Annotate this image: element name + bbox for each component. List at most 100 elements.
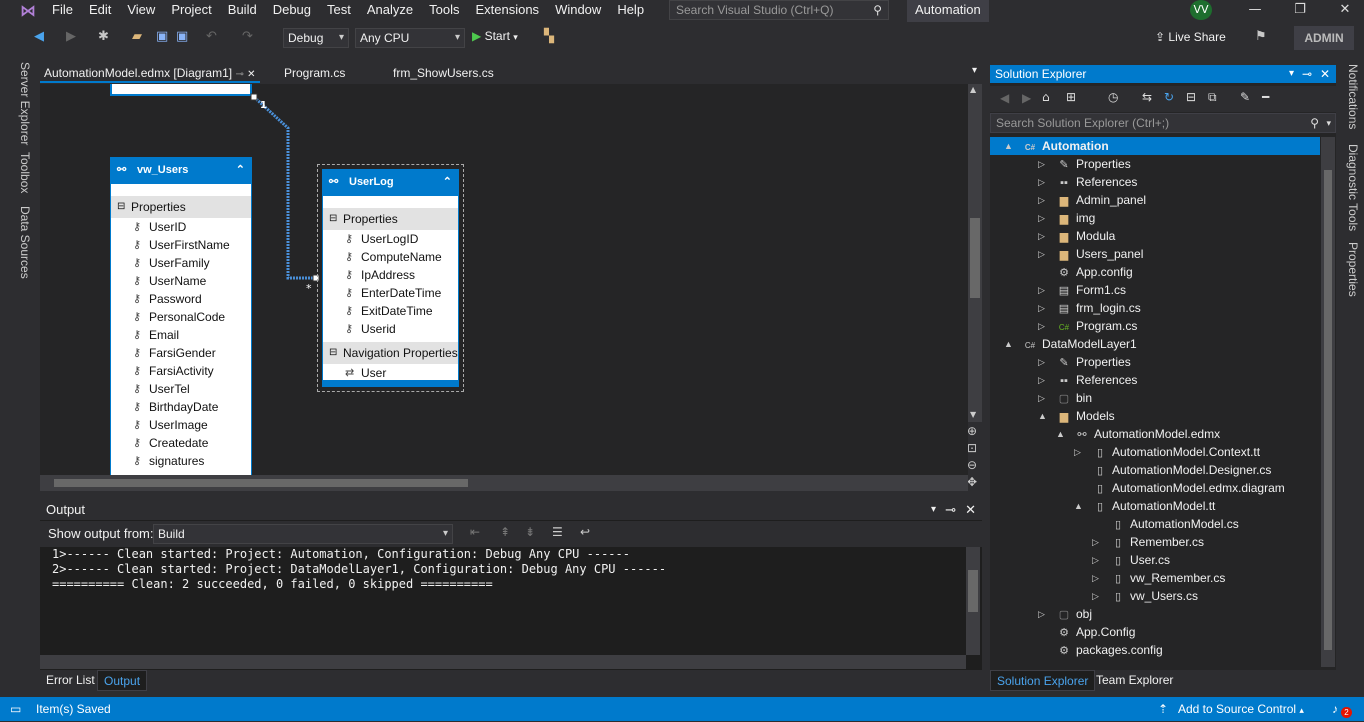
collapse-arrow-icon[interactable]: ▲ (1074, 497, 1083, 515)
pan-icon[interactable]: ✥ (967, 475, 977, 489)
entity-header[interactable]: ⚯ UserLog ⌃ (323, 170, 458, 196)
menu-extensions[interactable]: Extensions (467, 0, 547, 22)
entity-property[interactable]: ⚷ UserLogID (323, 230, 458, 248)
expand-arrow-icon[interactable]: ▷ (1038, 227, 1045, 245)
expand-arrow-icon[interactable]: ▷ (1038, 371, 1045, 389)
entity-property[interactable]: ⚷ UserImage (111, 416, 251, 434)
tree-item[interactable]: ▷ ▯ Remember.cs (1092, 533, 1204, 551)
expand-arrow-icon[interactable]: ▷ (1074, 443, 1081, 461)
close-pane-icon[interactable]: ✕ (965, 500, 976, 520)
designer-vertical-thumb[interactable] (970, 218, 980, 298)
tab-edmx-diagram[interactable]: AutomationModel.edmx [Diagram1] ⊸ ✕ (40, 63, 260, 83)
pin-icon[interactable]: ⊸ (1302, 65, 1312, 83)
platform-dropdown[interactable]: Any CPU (355, 28, 465, 48)
expand-arrow-icon[interactable]: ▷ (1038, 281, 1045, 299)
tree-item[interactable]: ⚙ App.config (1056, 263, 1133, 281)
entity-property[interactable]: ⚷ signatures (111, 452, 251, 470)
tree-item[interactable]: ▯ AutomationModel.Designer.cs (1092, 461, 1271, 479)
close-icon[interactable]: ✕ (1330, 0, 1360, 20)
tab-frm-showusers[interactable]: frm_ShowUsers.cs (389, 63, 498, 83)
entity-header[interactable]: ⚯ vw_Users ⌃ (111, 158, 251, 184)
zoom-out-icon[interactable]: ⊖ (967, 458, 977, 472)
output-text[interactable]: 1>------ Clean started: Project: Automat… (52, 547, 666, 592)
tree-item[interactable]: ▯ AutomationModel.cs (1110, 515, 1239, 533)
properties-wrench-icon[interactable]: ✎ (1240, 90, 1250, 104)
tree-item[interactable]: ▷ ✎ Properties (1038, 353, 1131, 371)
properties-section[interactable]: ⊟ Properties (323, 208, 458, 230)
tree-item[interactable]: ▷ ▪▪ References (1038, 371, 1137, 389)
admin-button[interactable]: ADMIN (1294, 26, 1354, 50)
pending-changes-icon[interactable]: ◷ (1108, 90, 1118, 104)
back-icon[interactable]: ◀ (1000, 91, 1009, 105)
tree-item[interactable]: ▷ ▆ Admin_panel (1038, 191, 1146, 209)
navigation-properties-section[interactable]: ⊟ Navigation Properties (323, 342, 458, 364)
window-menu-icon[interactable]: ▾ (931, 500, 936, 520)
entity-property[interactable]: ⚷ EnterDateTime (323, 284, 458, 302)
find-message-icon[interactable]: ⇞ (500, 525, 510, 539)
switch-views-icon[interactable]: ⊞ (1066, 90, 1076, 104)
back-icon[interactable]: ◀ (34, 29, 44, 44)
expand-arrow-icon[interactable]: ▷ (1038, 389, 1045, 407)
expand-arrow-icon[interactable]: ▷ (1092, 569, 1099, 587)
entity-property[interactable]: ⚷ UserFirstName (111, 236, 251, 254)
tree-item[interactable]: ▲ ⚯ AutomationModel.edmx (1056, 425, 1220, 443)
menu-debug[interactable]: Debug (265, 0, 319, 22)
menu-analyze[interactable]: Analyze (359, 0, 421, 22)
tree-item[interactable]: ⚙ packages.config (1056, 641, 1163, 659)
menu-test[interactable]: Test (319, 0, 359, 22)
collapse-icon[interactable]: ⌃ (236, 158, 245, 182)
tab-error-list[interactable]: Error List (40, 670, 101, 691)
menu-window[interactable]: Window (547, 0, 609, 22)
tree-item[interactable]: ▷ ▪▪ References (1038, 173, 1137, 191)
menu-view[interactable]: View (119, 0, 163, 22)
entity-userlog[interactable]: ⚯ UserLog ⌃ ⊟ Properties ⚷ UserLogID ⚷ Compu… (322, 169, 459, 387)
solution-explorer-search-input[interactable]: Search Solution Explorer (Ctrl+;) ⚲ ▾ (990, 113, 1336, 133)
pin-icon[interactable]: ⊸ (945, 500, 956, 520)
word-wrap-icon[interactable]: ↩ (580, 525, 590, 539)
entity-property[interactable]: ⚷ ComputeName (323, 248, 458, 266)
tree-item[interactable]: ▷ ▆ Users_panel (1038, 245, 1143, 263)
notifications-bell-icon[interactable]: ♪ (1332, 697, 1338, 721)
tree-item[interactable]: ▲ ▯ AutomationModel.tt (1074, 497, 1215, 515)
attach-icon[interactable]: ▚ (544, 29, 554, 44)
entity-property[interactable]: ⚷ UserName (111, 272, 251, 290)
show-all-files-icon[interactable]: ⧉ (1208, 90, 1217, 105)
scroll-down-icon[interactable]: ▼ (970, 410, 976, 419)
tree-item[interactable]: ▲ C# DataModelLayer1 (1004, 335, 1137, 353)
tree-item[interactable]: ▷ ▤ frm_login.cs (1038, 299, 1141, 317)
expand-arrow-icon[interactable]: ▷ (1038, 299, 1045, 317)
open-folder-icon[interactable]: ▰ (132, 29, 142, 44)
window-menu-icon[interactable]: ▾ (1289, 65, 1294, 83)
undo-icon[interactable]: ↶ (206, 29, 217, 44)
preview-icon[interactable]: ━ (1262, 90, 1269, 104)
menu-tools[interactable]: Tools (421, 0, 467, 22)
tree-item[interactable]: ⚙ App.Config (1056, 623, 1135, 641)
entity-property[interactable]: ⚷ ExitDateTime (323, 302, 458, 320)
tab-notifications[interactable]: Notifications (1346, 64, 1360, 129)
minimize-icon[interactable]: — (1240, 0, 1270, 20)
clear-all-icon[interactable]: ☰ (552, 525, 563, 539)
tab-toolbox[interactable]: Toolbox (18, 152, 32, 193)
entity-property[interactable]: ⚷ IpAddress (323, 266, 458, 284)
save-icon[interactable]: ▣ (156, 29, 168, 44)
pin-icon[interactable]: ⊸ (235, 69, 243, 80)
search-options-icon[interactable]: ▾ (1326, 114, 1331, 132)
tree-item[interactable]: ▷ ▯ vw_Users.cs (1092, 587, 1198, 605)
expand-arrow-icon[interactable]: ▷ (1038, 191, 1045, 209)
tree-item[interactable]: ▷ ▯ User.cs (1092, 551, 1170, 569)
expand-arrow-icon[interactable]: ▷ (1092, 533, 1099, 551)
add-to-source-control-button[interactable]: Add to Source Control ▴ (1178, 697, 1304, 722)
entity-property[interactable]: ⚷ FarsiGender (111, 344, 251, 362)
tree-item[interactable]: ▷ C# Program.cs (1038, 317, 1137, 335)
entity-property[interactable]: ⚷ UserTel (111, 380, 251, 398)
menu-edit[interactable]: Edit (81, 0, 119, 22)
expand-arrow-icon[interactable]: ▷ (1038, 353, 1045, 371)
forward-icon[interactable]: ▶ (66, 29, 76, 44)
tab-output[interactable]: Output (97, 670, 148, 691)
new-item-icon[interactable]: ✱ (98, 29, 109, 44)
sync-icon[interactable]: ⇆ (1142, 90, 1152, 104)
entity-vw-users[interactable]: ⚯ vw_Users ⌃ ⊟ Properties ⚷ UserID ⚷ UserFir… (110, 157, 252, 475)
save-all-icon[interactable]: ▣ (176, 29, 188, 44)
tab-data-sources[interactable]: Data Sources (18, 206, 32, 279)
zoom-fit-icon[interactable]: ⊡ (967, 441, 977, 455)
